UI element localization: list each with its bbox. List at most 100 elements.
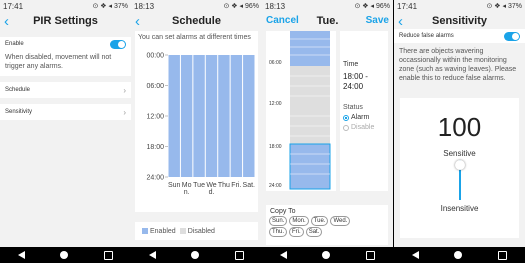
timeline-block-disabled[interactable] <box>290 66 330 144</box>
day-pill-wed[interactable]: Wed. <box>330 216 351 226</box>
chart-legend: Enabled Disabled <box>135 222 258 240</box>
reduce-toggle[interactable] <box>504 31 520 41</box>
disable-radio[interactable]: Disable <box>340 121 388 131</box>
day-pill-tue[interactable]: Tue. <box>310 216 329 226</box>
recents-nav-icon[interactable] <box>498 250 508 260</box>
back-nav-icon[interactable] <box>411 251 419 259</box>
day-pill-fri[interactable]: Fri. <box>289 227 304 237</box>
day-pill-thu[interactable]: Thu. <box>269 227 288 237</box>
chevron-right-icon: › <box>123 85 126 95</box>
insensitive-label: Insensitive <box>440 204 479 213</box>
back-icon[interactable]: ‹ <box>135 13 140 30</box>
enable-label: Enable <box>5 41 24 47</box>
page-title: Tue. <box>316 14 339 27</box>
disable-option-label: Disable <box>351 124 375 131</box>
timeline-block-enabled[interactable] <box>290 31 330 66</box>
header: ‹ Schedule <box>131 12 262 30</box>
status-time: 18:13 <box>265 1 286 11</box>
status-time: 17:41 <box>397 1 418 11</box>
legend-disabled-label: Disabled <box>187 227 215 235</box>
status-icons: ⊙ ❖ ◂ 96% <box>223 3 260 10</box>
enable-toggle[interactable] <box>110 39 126 49</box>
schedule-bar-fri[interactable] <box>230 55 243 177</box>
sensitive-label: Sensitive <box>443 149 476 158</box>
y-tick-label: 06:00 <box>146 83 164 90</box>
x-tick-label: Sat. <box>243 182 256 189</box>
schedule-bar-thu[interactable] <box>218 55 230 177</box>
timeline-block-selected[interactable] <box>289 143 331 190</box>
page-title: Schedule <box>172 14 221 27</box>
android-nav-bar <box>0 247 131 263</box>
status-label: Status <box>343 104 363 111</box>
timeline-tick-label: 06:00 <box>269 60 282 66</box>
header: ‹ PIR Settings <box>0 12 131 30</box>
day-timeline[interactable]: 06:00 12:00 18:00 24:00 <box>266 31 336 191</box>
radio-checked-icon <box>343 114 349 121</box>
recents-nav-icon[interactable] <box>235 250 245 260</box>
home-nav-icon[interactable] <box>60 251 69 259</box>
reduce-hint: There are objects wavering occassionally… <box>399 48 517 82</box>
schedule-card[interactable]: Schedule › <box>0 82 131 98</box>
x-tick-label: Fri. <box>231 182 241 189</box>
timeline-tick-label: 12:00 <box>269 101 282 107</box>
y-tick-label: 18:00 <box>146 144 164 151</box>
day-pills: Sun. Mon. Tue. Wed. Thu. Fri. Sat. <box>266 215 388 237</box>
chart-subtitle: You can set alarms at different times <box>138 34 251 41</box>
alarm-radio[interactable]: Alarm <box>340 111 388 121</box>
copy-to-label: Copy To <box>270 208 296 215</box>
sensitivity-slider[interactable] <box>454 160 465 200</box>
sensitivity-label: Sensitivity <box>5 109 33 115</box>
schedule-label: Schedule <box>5 87 31 93</box>
schedule-bar-sat[interactable] <box>243 55 255 177</box>
home-nav-icon[interactable] <box>191 251 200 259</box>
save-button[interactable]: Save <box>366 15 389 26</box>
enable-row: Enable <box>0 37 131 51</box>
sensitivity-row[interactable]: Sensitivity › <box>0 104 131 120</box>
back-nav-icon[interactable] <box>148 251 156 259</box>
x-tick-label: n. <box>184 189 190 196</box>
x-tick-label: Thu <box>218 182 230 189</box>
page-title: PIR Settings <box>33 14 98 27</box>
timeline-tick-label: 18:00 <box>269 144 282 150</box>
schedule-bar-wed[interactable] <box>205 55 218 177</box>
sensitivity-card[interactable]: Sensitivity › <box>0 104 131 120</box>
recents-nav-icon[interactable] <box>104 250 114 260</box>
day-schedule-editor: 18:13 ⊙ ❖ ◂ 96% Cancel Tue. Save 06:00 1… <box>262 0 393 263</box>
chevron-right-icon: › <box>123 107 126 117</box>
schedule-bar-tue[interactable] <box>193 55 205 177</box>
recents-nav-icon[interactable] <box>366 250 376 260</box>
back-icon[interactable]: ‹ <box>4 13 9 30</box>
schedule-chart-card: You can set alarms at different times 00… <box>135 31 258 212</box>
day-pill-mon[interactable]: Mon. <box>289 216 309 226</box>
status-time: 17:41 <box>3 1 24 11</box>
schedule-chart[interactable]: 00:00 06:00 12:00 18:00 24:00 Sun Mon.Tue Wed.T… <box>135 51 258 211</box>
time-label: Time <box>343 61 359 68</box>
status-time: 18:13 <box>134 1 155 11</box>
schedule-bar-sun[interactable] <box>168 55 180 177</box>
copy-to-card: Copy To Sun. Mon. Tue. Wed. Thu. Fri. Sat. <box>266 205 388 245</box>
legend-enabled-swatch <box>142 228 148 234</box>
back-nav-icon[interactable] <box>279 251 287 259</box>
alarm-option-label: Alarm <box>351 114 370 121</box>
day-pill-sat[interactable]: Sat. <box>305 227 323 237</box>
status-icons: ⊙ ❖ ◂ 37% <box>92 3 129 10</box>
day-pill-sun[interactable]: Sun. <box>269 216 288 226</box>
sensitivity-card: 100 Sensitive Insensitive <box>400 98 519 238</box>
home-nav-icon[interactable] <box>454 251 463 259</box>
home-nav-icon[interactable] <box>322 251 331 259</box>
back-nav-icon[interactable] <box>17 251 25 259</box>
x-tick-label: Mo <box>182 182 192 189</box>
header: ‹ Sensitivity <box>394 12 525 30</box>
slider-thumb[interactable] <box>454 160 465 170</box>
cancel-button[interactable]: Cancel <box>266 15 299 26</box>
schedule-bar-mon[interactable] <box>180 55 193 177</box>
pir-settings-screen: 17:41 ⊙ ❖ ◂ 37% ‹ PIR Settings Enable Wh… <box>0 0 131 263</box>
back-icon[interactable]: ‹ <box>398 13 403 30</box>
x-tick-label: d. <box>209 189 215 196</box>
time-value: 18:00 - 24:00 <box>343 72 368 91</box>
timeline-svg[interactable]: 06:00 12:00 18:00 24:00 <box>266 31 336 191</box>
status-icons: ⊙ ❖ ◂ 96% <box>354 3 391 10</box>
y-tick-label: 00:00 <box>146 53 164 60</box>
enable-hint: When disabled, movement will not trigger… <box>5 54 112 70</box>
schedule-row[interactable]: Schedule › <box>0 82 131 98</box>
